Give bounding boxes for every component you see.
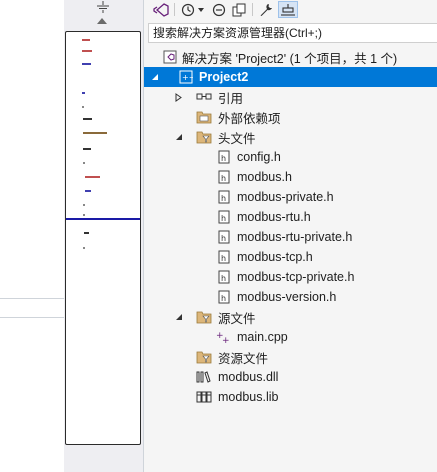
tree-item-references[interactable]: 引用 [144, 87, 437, 107]
copy-pages-icon [232, 3, 246, 16]
tree-item-header-file[interactable]: h modbus-tcp.h [144, 247, 437, 267]
svg-text:++: ++ [182, 73, 193, 82]
show-all-files-button[interactable] [230, 1, 248, 18]
folder-icon [196, 109, 212, 125]
tree-item-header-file[interactable]: h modbus-private.h [144, 187, 437, 207]
properties-button[interactable] [257, 1, 275, 18]
tree-item-header-file[interactable]: h modbus-tcp-private.h [144, 267, 437, 287]
filter-folder-icon [196, 349, 212, 365]
minimap-viewport-marker [66, 218, 140, 220]
tree-item-header-file[interactable]: h modbus-version.h [144, 287, 437, 307]
header-file-label: modbus-version.h [237, 290, 337, 304]
solution-explorer: 解决方案 'Project2' (1 个项目，共 1 个) ++ Project… [143, 0, 437, 472]
solution-label: 解决方案 'Project2' (1 个项目，共 1 个) [182, 51, 398, 66]
expand-arrow-icon[interactable] [174, 92, 184, 102]
tree-item-lib[interactable]: modbus.lib [144, 387, 437, 407]
header-file-icon: h [216, 189, 232, 205]
header-file-icon: h [216, 249, 232, 265]
header-file-label: modbus-tcp-private.h [237, 270, 355, 284]
tree-item-header-file[interactable]: h modbus.h [144, 167, 437, 187]
source-file-label: main.cpp [237, 330, 288, 344]
collapse-arrow-icon[interactable] [174, 312, 184, 322]
cpp-project-icon: ++ [178, 69, 194, 85]
external-deps-label: 外部依赖项 [218, 111, 281, 126]
minimap-column [64, 0, 143, 472]
tree-item-project[interactable]: ++ Project2 [144, 67, 437, 87]
header-file-icon: h [216, 169, 232, 185]
header-file-icon: h [216, 149, 232, 165]
minimap-header [64, 0, 143, 30]
dll-file-icon [196, 369, 212, 385]
header-file-icon: h [216, 229, 232, 245]
svg-text:h: h [221, 154, 226, 163]
svg-text:h: h [221, 174, 226, 183]
header-file-label: modbus-rtu-private.h [237, 230, 353, 244]
svg-text:h: h [221, 294, 226, 303]
references-icon [196, 89, 212, 105]
scroll-up-arrow-icon[interactable] [97, 18, 107, 24]
header-file-icon: h [216, 269, 232, 285]
header-file-label: modbus-private.h [237, 190, 334, 204]
tree-item-header-file[interactable]: h modbus-rtu-private.h [144, 227, 437, 247]
code-minimap[interactable] [65, 31, 141, 445]
solution-explorer-toolbar [144, 0, 437, 20]
history-button[interactable] [180, 1, 208, 18]
header-file-label: modbus-rtu.h [237, 210, 311, 224]
filter-folder-icon [196, 129, 212, 145]
collapse-arrow-icon[interactable] [174, 132, 184, 142]
visual-studio-icon [153, 2, 169, 17]
svg-text:h: h [221, 254, 226, 263]
tree-item-source-file[interactable]: + + main.cpp [144, 327, 437, 347]
editor-line-box [0, 298, 64, 318]
svg-text:h: h [221, 194, 226, 203]
solution-icon [162, 49, 178, 65]
solution-search-input[interactable] [149, 24, 437, 42]
tree-item-resource-files[interactable]: 资源文件 [144, 347, 437, 367]
resource-files-label: 资源文件 [218, 351, 269, 366]
header-file-label: modbus-tcp.h [237, 250, 313, 264]
collapse-all-button[interactable] [211, 1, 227, 18]
filter-folder-icon [196, 309, 212, 325]
project-label: Project2 [199, 70, 249, 84]
references-label: 引用 [218, 91, 244, 106]
collapse-arrow-icon[interactable] [150, 72, 160, 82]
dll-label: modbus.dll [218, 370, 279, 384]
tree-item-header-file[interactable]: h modbus-rtu.h [144, 207, 437, 227]
tree-item-dll[interactable]: modbus.dll [144, 367, 437, 387]
wrench-icon [260, 3, 272, 16]
header-file-icon: h [216, 209, 232, 225]
preview-pin-icon [281, 3, 295, 16]
cpp-file-icon: + + [216, 329, 232, 345]
svg-text:+: + [222, 336, 230, 344]
svg-text:h: h [221, 214, 226, 223]
header-file-label: config.h [237, 150, 281, 164]
solution-search-box[interactable] [148, 23, 437, 43]
lib-label: modbus.lib [218, 390, 279, 404]
tree-item-header-file[interactable]: h config.h [144, 147, 437, 167]
split-editor-icon[interactable] [96, 1, 110, 13]
collapse-all-icon [212, 3, 226, 16]
header-file-label: modbus.h [237, 170, 292, 184]
source-files-label: 源文件 [218, 311, 256, 326]
header-files-label: 头文件 [218, 131, 256, 146]
svg-text:h: h [221, 234, 226, 243]
svg-text:h: h [221, 274, 226, 283]
editor-area [0, 0, 64, 472]
tree-item-source-files[interactable]: 源文件 [144, 307, 437, 327]
tree-item-header-files[interactable]: 头文件 [144, 127, 437, 147]
preview-selected-items-button[interactable] [278, 1, 298, 18]
vs-project-switch-button[interactable] [152, 1, 170, 18]
tree-item-external-deps[interactable]: 外部依赖项 [144, 107, 437, 127]
header-file-icon: h [216, 289, 232, 305]
tree-item-solution[interactable]: 解决方案 'Project2' (1 个项目，共 1 个) [144, 47, 437, 67]
lib-file-icon [196, 389, 212, 405]
history-clock-icon [181, 3, 204, 16]
